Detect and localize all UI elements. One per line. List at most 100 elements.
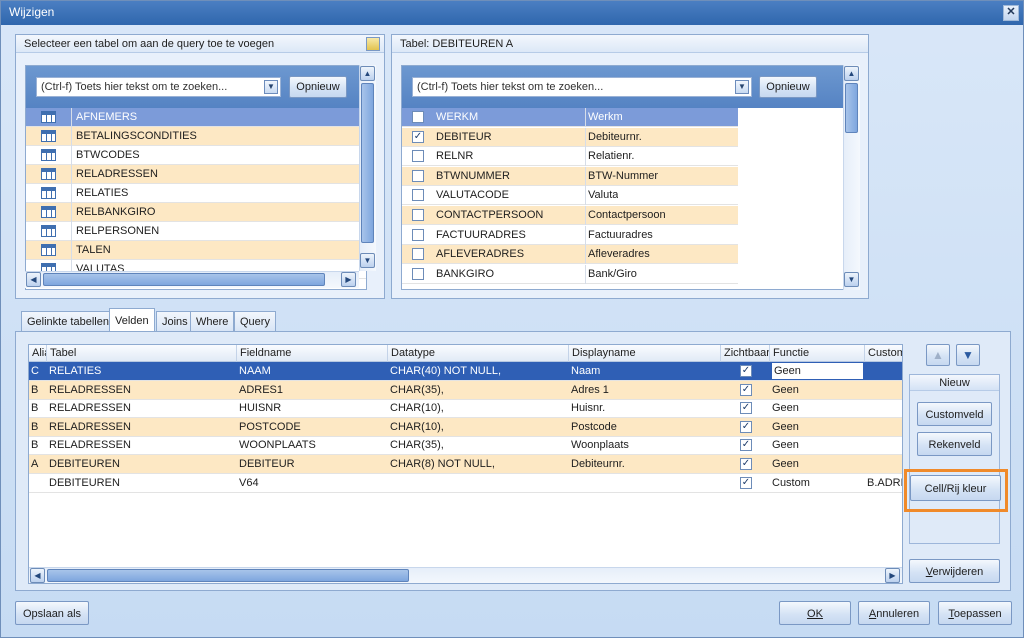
scroll-right-icon[interactable]: ▶ bbox=[341, 272, 356, 287]
visible-checkbox[interactable]: ✓ bbox=[740, 383, 752, 396]
field-row[interactable]: ✓ DEBITEUR Debiteurnr. bbox=[402, 127, 738, 147]
table-row[interactable]: TALEN bbox=[26, 241, 366, 260]
grid-row[interactable]: B RELADRESSEN WOONPLAATS CHAR(35), Woonplaat… bbox=[29, 436, 902, 456]
scroll-thumb-h[interactable] bbox=[47, 569, 409, 582]
field-reset-button[interactable]: Opnieuw bbox=[759, 76, 817, 98]
field-checkbox[interactable] bbox=[412, 248, 424, 261]
scroll-thumb-h[interactable] bbox=[43, 273, 325, 286]
grid-row[interactable]: B RELADRESSEN POSTCODE CHAR(10), Postcode ✓ Ge… bbox=[29, 417, 902, 437]
field-list-grid: (Ctrl-f) Toets hier tekst om te zoeken..… bbox=[401, 65, 853, 290]
table-row[interactable]: BTWCODES bbox=[26, 146, 366, 165]
field-row[interactable]: FACTUURADRES Factuuradres bbox=[402, 225, 738, 245]
grid-column-header[interactable]: Fieldname bbox=[237, 345, 388, 362]
field-row[interactable]: BANKGIRO Bank/Giro bbox=[402, 264, 738, 284]
move-down-button[interactable]: ▼ bbox=[956, 344, 980, 366]
grid-row[interactable]: B RELADRESSEN ADRES1 CHAR(35), Adres 1 ✓ Geen bbox=[29, 380, 902, 400]
grid-cell-func[interactable]: Geen bbox=[772, 421, 863, 433]
scroll-up-icon[interactable]: ▲ bbox=[844, 66, 859, 81]
table-row[interactable]: RELADRESSEN bbox=[26, 165, 366, 184]
field-row[interactable]: VALUTACODE Valuta bbox=[402, 186, 738, 206]
save-as-button[interactable]: Opslaan als bbox=[15, 601, 89, 625]
grid-column-header[interactable]: Tabel bbox=[47, 345, 237, 362]
grid-cell-func[interactable]: Geen bbox=[772, 439, 863, 451]
scroll-right-icon[interactable]: ▶ bbox=[885, 568, 900, 583]
grid-row[interactable]: A DEBITEUREN DEBITEUR CHAR(8) NOT NULL, Debi… bbox=[29, 455, 902, 474]
grid-row[interactable]: DEBITEUREN V64 ✓ Custom B.ADRE bbox=[29, 474, 902, 493]
grid-cell-type: CHAR(35), bbox=[390, 439, 444, 452]
grid-cell-func[interactable]: Geen bbox=[772, 458, 863, 470]
field-row[interactable]: BTWNUMMER BTW-Nummer bbox=[402, 166, 738, 186]
grid-column-header[interactable]: Datatype bbox=[388, 345, 569, 362]
table-row[interactable]: AFNEMERS bbox=[26, 108, 366, 127]
fields-grid-hscroll[interactable]: ◀ ▶ bbox=[29, 567, 902, 583]
add-table-icon[interactable] bbox=[366, 37, 380, 51]
grid-cell-func[interactable]: Geen bbox=[772, 363, 863, 379]
visible-checkbox[interactable]: ✓ bbox=[740, 365, 752, 377]
field-checkbox[interactable] bbox=[412, 267, 424, 280]
field-checkbox[interactable] bbox=[412, 150, 424, 163]
field-checkbox[interactable]: ✓ bbox=[412, 130, 424, 143]
grid-row[interactable]: B RELADRESSEN HUISNR CHAR(10), Huisnr. ✓ Geen bbox=[29, 399, 902, 419]
tab-query[interactable]: Query bbox=[234, 311, 276, 331]
grid-cell-field: NAAM bbox=[239, 365, 271, 377]
ok-button[interactable]: OK bbox=[779, 601, 851, 625]
grid-cell-func[interactable]: Geen bbox=[772, 402, 863, 414]
visible-checkbox[interactable]: ✓ bbox=[740, 476, 752, 489]
scroll-thumb[interactable] bbox=[845, 83, 858, 133]
chevron-down-icon[interactable]: ▼ bbox=[735, 80, 749, 94]
grid-column-header[interactable]: Displayname bbox=[569, 345, 721, 362]
grid-cell-type: CHAR(35), bbox=[390, 383, 444, 396]
table-search-input[interactable]: (Ctrl-f) Toets hier tekst om te zoeken..… bbox=[36, 77, 281, 97]
grid-cell-alias: B bbox=[31, 439, 39, 452]
field-row[interactable]: WERKM Werkm bbox=[402, 108, 738, 127]
tab-gelinkte-tabellen[interactable]: Gelinkte tabellen bbox=[21, 311, 115, 331]
grid-column-header[interactable]: Functie bbox=[770, 345, 865, 362]
scroll-left-icon[interactable]: ◀ bbox=[26, 272, 41, 287]
tab-velden[interactable]: Velden bbox=[109, 308, 155, 332]
apply-button[interactable]: Toepassen bbox=[938, 601, 1012, 625]
move-up-button[interactable]: ▲ bbox=[926, 344, 950, 366]
cancel-button[interactable]: Annuleren bbox=[858, 601, 930, 625]
close-button[interactable]: ✕ bbox=[1003, 5, 1019, 21]
field-checkbox[interactable] bbox=[412, 228, 424, 241]
grid-row[interactable]: C RELATIES NAAM CHAR(40) NOT NULL, Naam ✓ Geen bbox=[29, 362, 902, 381]
field-checkbox[interactable] bbox=[412, 111, 424, 123]
visible-checkbox[interactable]: ✓ bbox=[740, 439, 752, 452]
grid-column-header[interactable]: Custom bbox=[865, 345, 902, 362]
grid-column-header[interactable]: Alia bbox=[29, 345, 47, 362]
scroll-thumb[interactable] bbox=[361, 83, 374, 243]
field-row[interactable]: RELNR Relatienr. bbox=[402, 147, 738, 167]
tab-joins[interactable]: Joins bbox=[156, 311, 194, 331]
field-checkbox[interactable] bbox=[412, 209, 424, 221]
table-list-hscroll[interactable]: ◀ ▶ bbox=[25, 271, 359, 288]
table-row[interactable]: RELPERSONEN bbox=[26, 222, 366, 241]
cell-rij-kleur-button[interactable]: Cell/Rij kleur bbox=[910, 475, 1001, 501]
visible-checkbox[interactable]: ✓ bbox=[740, 458, 752, 470]
grid-column-header[interactable]: Zichtbaar bbox=[721, 345, 770, 362]
visible-checkbox[interactable]: ✓ bbox=[740, 420, 752, 433]
table-row[interactable]: RELATIES bbox=[26, 184, 366, 203]
field-list-vscroll[interactable]: ▲ ▼ bbox=[843, 65, 860, 290]
field-search-input[interactable]: (Ctrl-f) Toets hier tekst om te zoeken..… bbox=[412, 77, 752, 97]
scroll-left-icon[interactable]: ◀ bbox=[30, 568, 45, 583]
cancel-label: Annuleren bbox=[868, 608, 920, 620]
rekenveld-button[interactable]: Rekenveld bbox=[917, 432, 992, 456]
grid-cell-func[interactable]: Custom bbox=[772, 477, 863, 489]
table-list-vscroll[interactable]: ▲ ▼ bbox=[359, 65, 376, 271]
scroll-up-icon[interactable]: ▲ bbox=[360, 66, 375, 81]
chevron-down-icon[interactable]: ▼ bbox=[264, 80, 278, 94]
table-reset-button[interactable]: Opnieuw bbox=[289, 76, 347, 98]
visible-checkbox[interactable]: ✓ bbox=[740, 402, 752, 415]
field-checkbox[interactable] bbox=[412, 169, 424, 182]
scroll-down-icon[interactable]: ▼ bbox=[360, 253, 375, 268]
field-row[interactable]: CONTACTPERSOON Contactpersoon bbox=[402, 206, 738, 225]
verwijderen-button[interactable]: Verwijderen bbox=[909, 559, 1000, 583]
customveld-button[interactable]: Customveld bbox=[917, 402, 992, 426]
field-checkbox[interactable] bbox=[412, 189, 424, 202]
table-row[interactable]: RELBANKGIRO bbox=[26, 203, 366, 222]
table-row[interactable]: BETALINGSCONDITIES bbox=[26, 127, 366, 146]
field-row[interactable]: AFLEVERADRES Afleveradres bbox=[402, 245, 738, 265]
tab-where[interactable]: Where bbox=[190, 311, 235, 331]
grid-cell-func[interactable]: Geen bbox=[772, 384, 863, 396]
scroll-down-icon[interactable]: ▼ bbox=[844, 272, 859, 287]
